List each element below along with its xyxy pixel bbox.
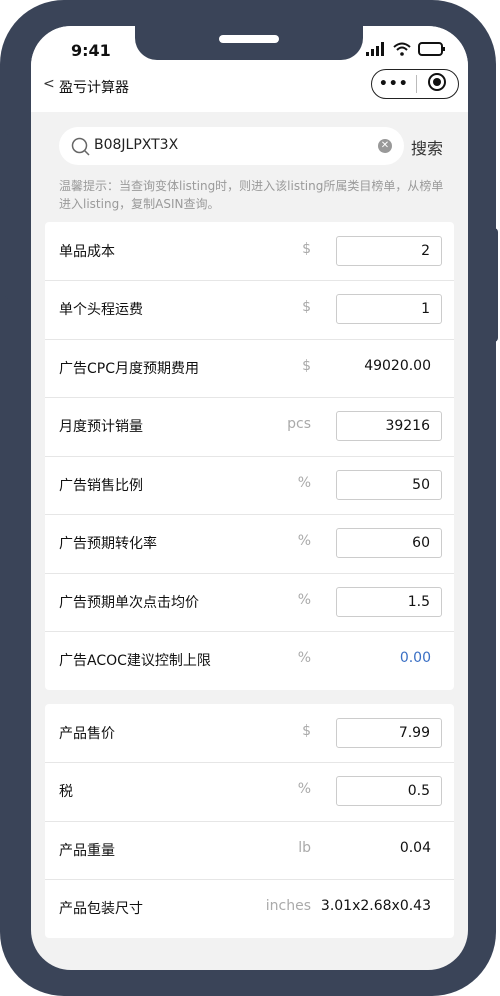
notch: [135, 26, 363, 60]
row-unit: %: [297, 533, 311, 549]
row-label: 广告销售比例: [59, 478, 143, 494]
row-unit: %: [297, 475, 311, 491]
cost-section: 单品成本 $ 2 单个头程运费 $ 1 广告CPC月度预期费用 $ 49020.…: [45, 222, 454, 690]
status-icons: [366, 41, 446, 60]
row-unit: pcs: [287, 416, 311, 432]
product-section: 产品售价 $ 7.99 税 % 0.5 产品重量 lb 0.04 产品包装尺寸 …: [45, 704, 454, 938]
page-title: 盈亏计算器: [59, 80, 129, 96]
more-menu-button[interactable]: •••: [372, 76, 416, 92]
search-value: B08JLPXT3X: [94, 137, 179, 153]
field-value: 7.99: [398, 725, 430, 741]
row-label: 单个头程运费: [59, 302, 143, 318]
row-label: 广告ACOC建议控制上限: [59, 653, 211, 669]
row-unit: lb: [298, 840, 311, 856]
row-unit: %: [297, 650, 311, 666]
back-icon[interactable]: <: [43, 76, 55, 92]
search-icon: [71, 137, 91, 161]
row-unit: %: [297, 592, 311, 608]
target-icon: [427, 72, 447, 96]
row-label: 产品包装尺寸: [59, 901, 143, 917]
row-unit: $: [302, 358, 311, 374]
side-button-volume-up: [0, 204, 8, 276]
row-unit: inches: [265, 898, 311, 914]
form-row: 广告CPC月度预期费用 $ 49020.00: [45, 339, 454, 397]
row-label: 单品成本: [59, 244, 115, 260]
close-button[interactable]: [416, 72, 458, 96]
wifi-icon: [393, 41, 411, 60]
row-label: 税: [59, 784, 73, 800]
package-size-value: 3.01x2.68x0.43: [320, 898, 431, 914]
status-time: 9:41: [71, 41, 111, 60]
form-row: 产品售价 $ 7.99: [45, 704, 454, 762]
tax-input[interactable]: 0.5: [336, 776, 442, 806]
row-label: 月度预计销量: [59, 419, 143, 435]
row-unit: $: [302, 723, 311, 739]
screen: 9:41 < 盈亏计算器 ••• B08JLPXT3X ✕ 搜索 温馨提示：当查…: [31, 26, 468, 970]
top-bar: 9:41 < 盈亏计算器 •••: [31, 26, 468, 112]
clear-icon[interactable]: ✕: [378, 139, 392, 153]
search-button[interactable]: 搜索: [411, 135, 443, 159]
acoc-limit-value: 0.00: [399, 650, 431, 666]
row-unit: $: [302, 241, 311, 257]
form-row: 广告ACOC建议控制上限 % 0.00: [45, 631, 454, 689]
product-price-input[interactable]: 7.99: [336, 718, 442, 748]
row-label: 广告CPC月度预期费用: [59, 361, 199, 377]
mini-program-capsule: •••: [371, 69, 459, 99]
field-value: 1.5: [407, 594, 430, 610]
side-button-mute: [0, 132, 8, 170]
field-value: 1: [421, 301, 430, 317]
form-row: 广告销售比例 % 50: [45, 456, 454, 514]
row-label: 产品售价: [59, 726, 115, 742]
search-input[interactable]: B08JLPXT3X ✕: [59, 127, 404, 165]
row-unit: $: [302, 299, 311, 315]
field-value: 0.5: [407, 783, 430, 799]
form-row: 单个头程运费 $ 1: [45, 280, 454, 338]
field-value: 60: [412, 535, 430, 551]
form-row: 产品重量 lb 0.04: [45, 821, 454, 879]
form-row: 广告预期转化率 % 60: [45, 514, 454, 572]
row-label: 产品重量: [59, 843, 115, 859]
speaker: [219, 35, 279, 43]
field-value: 2: [421, 243, 430, 259]
side-button-volume-down: [0, 296, 8, 368]
product-weight-value: 0.04: [399, 840, 431, 856]
row-label: 广告预期单次点击均价: [59, 595, 199, 611]
ad-sales-ratio-input[interactable]: 50: [336, 470, 442, 500]
form-row: 广告预期单次点击均价 % 1.5: [45, 573, 454, 631]
form-row: 税 % 0.5: [45, 762, 454, 820]
avg-click-price-input[interactable]: 1.5: [336, 587, 442, 617]
form-row: 产品包装尺寸 inches 3.01x2.68x0.43: [45, 879, 454, 937]
ad-conversion-rate-input[interactable]: 60: [336, 528, 442, 558]
signal-icon: [366, 41, 386, 60]
field-value: 50: [412, 477, 430, 493]
side-button-power: [488, 228, 498, 342]
monthly-sales-input[interactable]: 39216: [336, 411, 442, 441]
shipping-fee-input[interactable]: 1: [336, 294, 442, 324]
field-value: 39216: [385, 418, 430, 434]
cpc-monthly-cost-value: 49020.00: [364, 358, 431, 374]
row-unit: %: [297, 781, 311, 797]
battery-icon: [418, 41, 446, 60]
row-label: 广告预期转化率: [59, 536, 157, 552]
hint-text: 温馨提示：当查询变体listing时，则进入该listing所属类目榜单，从榜单…: [59, 179, 444, 211]
form-row: 单品成本 $ 2: [45, 222, 454, 280]
form-row: 月度预计销量 pcs 39216: [45, 397, 454, 455]
unit-cost-input[interactable]: 2: [336, 236, 442, 266]
